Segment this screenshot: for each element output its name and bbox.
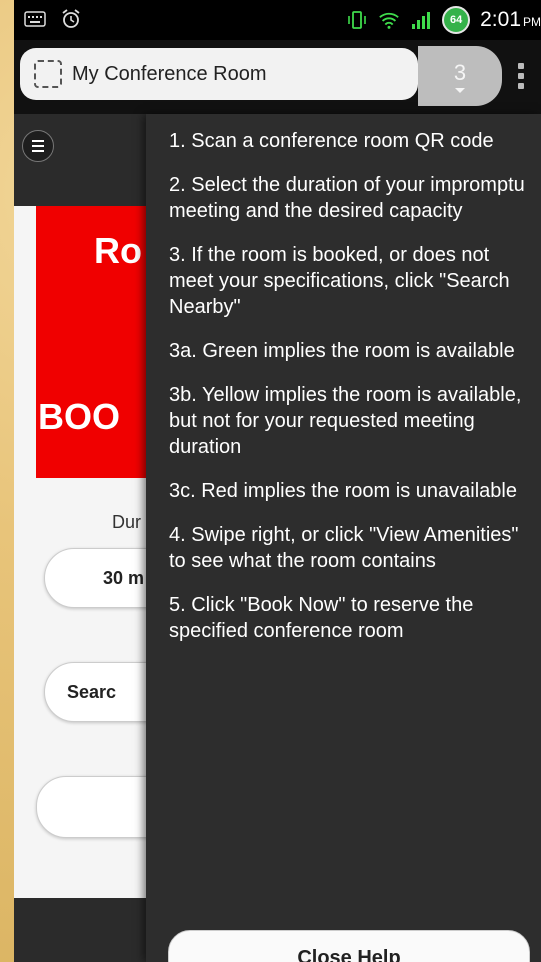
room-name: Ro (94, 230, 142, 271)
wifi-icon (378, 9, 400, 31)
tabs-icon (455, 87, 465, 93)
favicon-placeholder-icon (34, 60, 62, 88)
tabs-button[interactable]: 3 (418, 46, 502, 106)
room-status: BOO (38, 396, 121, 437)
help-item: 3. If the room is booked, or does not me… (169, 244, 510, 318)
help-panel: 1. Scan a conference room QR code 2. Sel… (146, 114, 541, 962)
nav-menu-icon[interactable] (22, 130, 54, 162)
close-help-button[interactable]: Close Help (168, 930, 530, 962)
help-item: 4. Swipe right, or click "View Amenities… (169, 524, 519, 572)
help-item: 2. Select the duration of your impromptu… (169, 174, 525, 222)
status-bar: 64 2:01 PM (14, 0, 541, 40)
tabs-count: 3 (453, 59, 467, 85)
url-field[interactable]: My Conference Room (20, 48, 418, 100)
clock: 2:01 PM (480, 8, 541, 31)
battery-indicator: 64 (442, 6, 471, 34)
help-list: 1. Scan a conference room QR code 2. Sel… (146, 114, 541, 644)
help-item: 3c. Red implies the room is unavailable (169, 480, 517, 502)
vibrate-icon (346, 9, 368, 31)
help-item: 1. Scan a conference room QR code (169, 130, 494, 152)
browser-url-bar: My Conference Room 3 (14, 40, 541, 114)
help-item: 3b. Yellow implies the room is available… (169, 384, 522, 458)
help-item: 3a. Green implies the room is available (169, 340, 515, 362)
signal-icon (410, 9, 432, 31)
alarm-icon (60, 8, 82, 30)
keyboard-icon (24, 8, 46, 30)
duration-label: Dur (112, 512, 142, 532)
help-item: 5. Click "Book Now" to reserve the speci… (169, 594, 474, 642)
menu-icon[interactable] (506, 54, 536, 98)
page-title: My Conference Room (72, 62, 267, 85)
phone-screen: 64 2:01 PM My Conference Room 3 Ro BOO Du… (14, 0, 541, 962)
